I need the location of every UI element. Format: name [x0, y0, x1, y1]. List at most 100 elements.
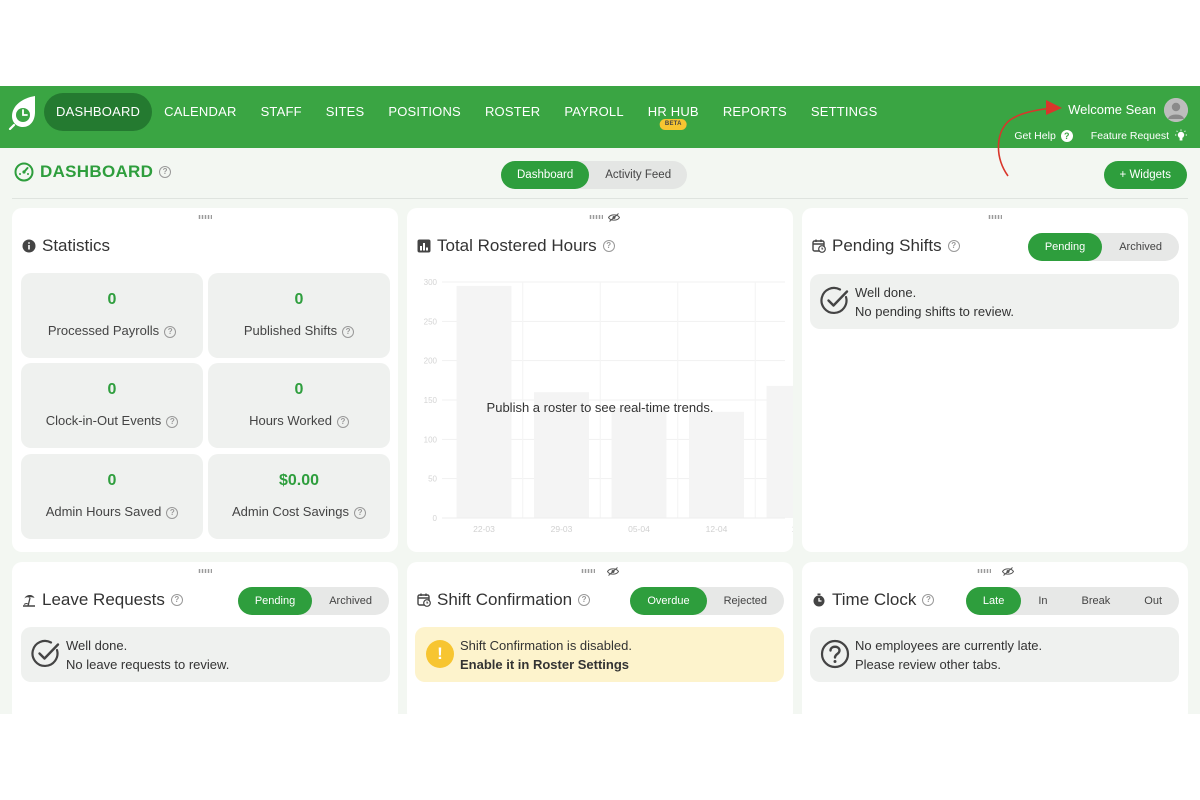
help-icon[interactable]: ? [166, 415, 179, 428]
chart-bar [689, 411, 744, 518]
help-icon[interactable]: ? [578, 594, 591, 606]
message-line-1: Well done. [66, 638, 128, 653]
stat-admin-hours-saved: 0 Admin Hours Saved? [21, 454, 203, 539]
help-icon[interactable]: ? [354, 506, 367, 519]
x-tick-label: 12-04 [706, 524, 728, 534]
tab-in[interactable]: In [1021, 587, 1064, 615]
calendar-clock-icon [417, 593, 431, 607]
stat-value: 0 [294, 381, 304, 398]
stat-label-text: Published Shifts [243, 323, 338, 338]
nav-item-sites[interactable]: SITES [314, 93, 377, 131]
user-avatar[interactable] [1164, 98, 1188, 122]
nav-item-payroll[interactable]: PAYROLL [552, 93, 635, 131]
nav-item-positions[interactable]: POSITIONS [376, 93, 473, 131]
nav-label: SITES [325, 104, 365, 119]
nav-label: ROSTER [484, 104, 541, 119]
card-title: Statistics [22, 236, 110, 256]
card-title-text: Total Rostered Hours [437, 236, 597, 255]
y-tick-label: 50 [428, 475, 437, 484]
card-title: Time Clock ? [812, 590, 935, 610]
stat-label: Processed Payrolls? [21, 323, 203, 338]
header-divider [12, 198, 1188, 199]
stat-processed-payrolls: 0 Processed Payrolls? [21, 273, 203, 358]
nav-item-roster[interactable]: ROSTER [473, 93, 552, 131]
nav-item-dashboard[interactable]: DASHBOARD [44, 93, 153, 131]
nav-item-hr-hub[interactable]: HR HUB BETA [636, 93, 711, 131]
tab-break[interactable]: Break [1065, 587, 1128, 615]
help-icon[interactable]: ? [922, 594, 935, 606]
time-clock-tabs: Late In Break Out [965, 587, 1179, 615]
card-title: Shift Confirmation ? [417, 590, 591, 610]
nav-item-reports[interactable]: REPORTS [711, 93, 799, 131]
leave-requests-card: Leave Requests ? Pending Archived Well d… [12, 562, 398, 714]
message-line-1: Shift Confirmation is disabled. [460, 638, 632, 653]
tab-dashboard[interactable]: Dashboard [501, 161, 590, 189]
hide-widget-icon[interactable] [607, 567, 619, 576]
stat-value: $0.00 [278, 472, 320, 489]
help-icon[interactable]: ? [170, 594, 183, 606]
drag-handle-icon[interactable] [198, 215, 212, 219]
stat-label: Published Shifts? [208, 323, 390, 338]
drag-handle-icon[interactable] [581, 569, 595, 573]
y-tick-label: 200 [424, 357, 438, 366]
lightbulb-icon [1175, 129, 1187, 141]
nav-item-calendar[interactable]: CALENDAR [152, 93, 248, 131]
y-tick-label: 250 [424, 317, 438, 326]
help-icon[interactable]: ? [159, 166, 172, 178]
speedometer-icon [14, 162, 34, 182]
tab-pending[interactable]: Pending [237, 587, 313, 615]
help-icon[interactable]: ? [336, 415, 349, 428]
stat-value: 0 [107, 291, 117, 308]
calendar-clock-icon [812, 239, 826, 253]
stat-label-text: Admin Cost Savings [231, 504, 350, 519]
stat-clock-in-out-events: 0 Clock-in-Out Events? [21, 363, 203, 448]
card-title: Pending Shifts ? [812, 236, 960, 256]
message-line-1: No employees are currently late. [855, 638, 1043, 653]
stat-value: 0 [107, 472, 117, 489]
warning-icon: ! [426, 640, 454, 668]
card-title: Leave Requests ? [22, 590, 183, 610]
help-icon[interactable]: ? [166, 506, 179, 519]
drag-handle-icon[interactable] [589, 215, 603, 219]
tab-out[interactable]: Out [1127, 587, 1179, 615]
nav-item-staff[interactable]: STAFF [249, 93, 314, 131]
page-title-text: DASHBOARD [40, 162, 154, 181]
chart-empty-message: Publish a roster to see real-time trends… [486, 400, 714, 415]
hide-widget-icon[interactable] [1002, 567, 1014, 576]
x-tick-label: 29-03 [551, 524, 573, 534]
tab-overdue[interactable]: Overdue [630, 587, 707, 615]
tab-activity-feed[interactable]: Activity Feed [589, 161, 687, 189]
x-tick-label: 1 [792, 524, 793, 534]
help-icon[interactable]: ? [342, 325, 355, 338]
tab-archived[interactable]: Archived [1102, 233, 1179, 261]
drag-handle-icon[interactable] [977, 569, 991, 573]
stat-label: Hours Worked? [208, 413, 390, 428]
roster-settings-link[interactable]: Enable it in Roster Settings [460, 657, 629, 672]
statistics-card: Statistics 0 Processed Payrolls? 0 Publi… [12, 208, 398, 552]
tab-rejected[interactable]: Rejected [707, 587, 784, 615]
tab-archived[interactable]: Archived [312, 587, 389, 615]
time-clock-message: No employees are currently late. Please … [810, 627, 1179, 682]
help-icon[interactable]: ? [947, 240, 960, 252]
tab-late[interactable]: Late [965, 587, 1022, 615]
welcome-text: Welcome Sean [1068, 102, 1156, 117]
dashboard-view-toggle: Dashboard Activity Feed [501, 161, 688, 189]
user-avatar-icon [1164, 98, 1188, 122]
y-tick-label: 0 [433, 514, 438, 523]
nav-item-settings[interactable]: SETTINGS [799, 93, 890, 131]
drag-handle-icon[interactable] [988, 215, 1002, 219]
app-logo-icon[interactable] [8, 94, 38, 130]
stat-label: Admin Cost Savings? [208, 504, 390, 519]
feature-request-link[interactable]: Feature Request [1091, 129, 1188, 143]
help-icon[interactable]: ? [164, 325, 177, 338]
tab-pending[interactable]: Pending [1027, 233, 1103, 261]
drag-handle-icon[interactable] [198, 569, 212, 573]
stat-label: Admin Hours Saved? [21, 504, 203, 519]
hide-widget-icon[interactable] [608, 213, 620, 222]
pending-shifts-card: Pending Shifts ? Pending Archived Well d… [802, 208, 1188, 552]
nav-label: STAFF [260, 104, 302, 119]
help-icon[interactable]: ? [602, 240, 615, 252]
add-widgets-button[interactable]: + Widgets [1103, 161, 1187, 189]
nav-label: REPORTS [722, 104, 787, 119]
nav-label: DASHBOARD [56, 104, 141, 119]
